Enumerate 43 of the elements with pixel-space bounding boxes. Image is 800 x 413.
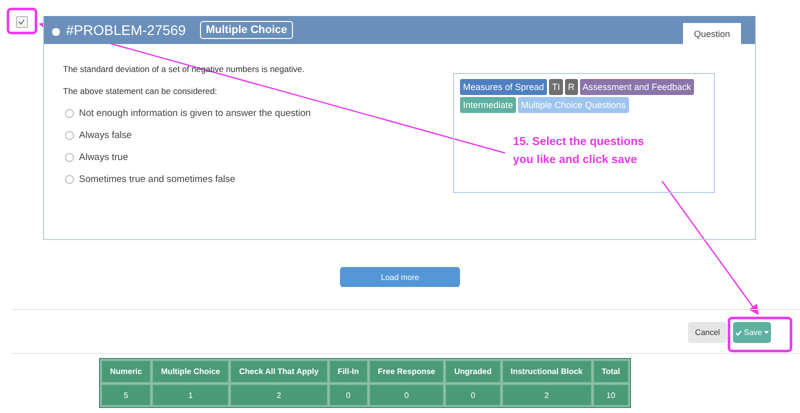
column-header: Numeric	[101, 360, 152, 383]
column-header: Total	[592, 360, 630, 383]
annotation-text: 15. Select the questions you like and click save	[513, 135, 646, 168]
column-header: Ungraded	[445, 360, 501, 383]
question-checkbox[interactable]	[16, 16, 28, 28]
table-cell: 5	[101, 384, 152, 406]
question-type-label: Multiple Choice	[200, 21, 294, 39]
table-cell: 2	[230, 384, 328, 406]
answer-option: Always false	[79, 130, 132, 141]
highlight-frame	[6, 8, 38, 34]
question-prompt: The above statement can be considered:	[63, 86, 218, 96]
radio-button[interactable]	[65, 153, 74, 162]
highlight-frame	[728, 316, 792, 352]
table-cell: 10	[592, 384, 630, 406]
caret-icon	[764, 331, 770, 334]
table-cell: 1	[152, 384, 230, 406]
answer-option: Not enough information is given to answer the question	[79, 108, 311, 119]
cancel-button[interactable]: Cancel	[688, 322, 727, 343]
radio-button[interactable]	[65, 175, 74, 184]
column-header: Instructional Block	[502, 360, 592, 383]
tag: Multiple Choice Questions	[518, 97, 629, 113]
radio-button[interactable]	[65, 109, 74, 118]
table-cell: 0	[368, 384, 444, 406]
help-icon[interactable]	[52, 28, 60, 36]
column-header: Multiple Choice	[152, 360, 230, 383]
table-cell: 0	[328, 384, 368, 406]
question-tab[interactable]: Question	[682, 23, 741, 44]
column-header: Check All That Apply	[230, 360, 328, 383]
tag: TI	[549, 79, 564, 95]
tag: Intermediate	[460, 97, 516, 113]
tag: R	[565, 79, 578, 95]
table-cell: 2	[502, 384, 592, 406]
column-header: Free Response	[368, 360, 444, 383]
check-icon	[734, 330, 742, 336]
tag: Assessment and Feedback	[580, 79, 694, 95]
problem-id: #PROBLEM-27569	[66, 22, 186, 38]
radio-button[interactable]	[65, 131, 74, 140]
table-cell: 0	[445, 384, 501, 406]
column-header: Fill-In	[328, 360, 368, 383]
answer-option: Sometimes true and sometimes false	[79, 174, 236, 185]
answer-option: Always true	[79, 152, 128, 163]
tag: Measures of Spread	[460, 79, 548, 95]
check-icon	[18, 19, 25, 25]
